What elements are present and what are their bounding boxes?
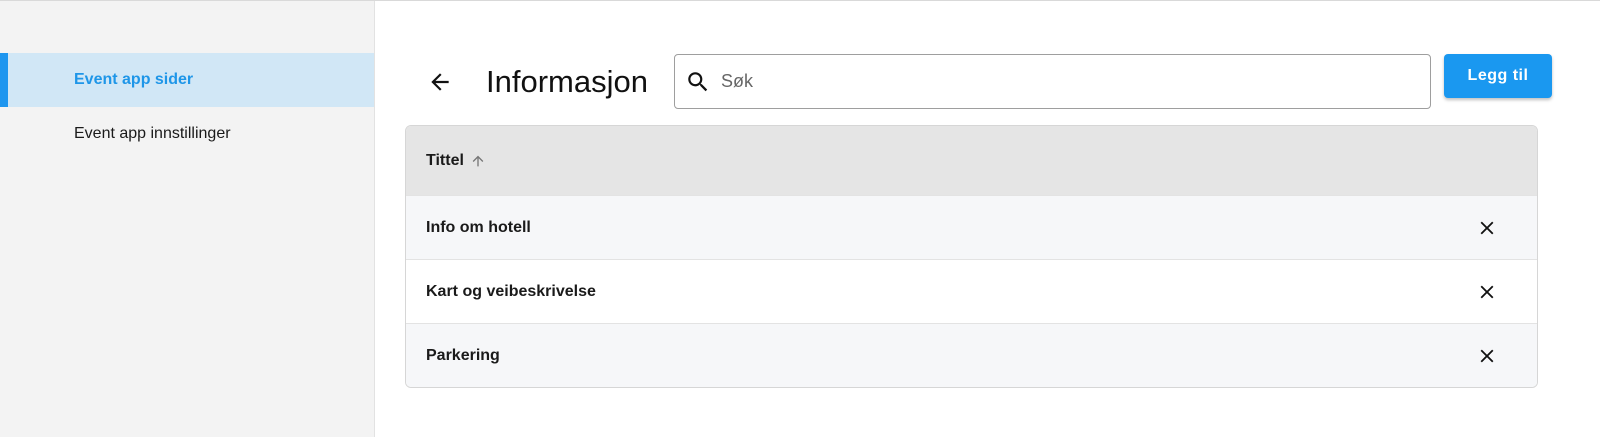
close-icon[interactable] <box>1475 280 1499 304</box>
close-icon[interactable] <box>1475 216 1499 240</box>
arrow-up-icon[interactable] <box>470 153 486 169</box>
sidebar-item-event-app-sider[interactable]: Event app sider <box>0 53 374 107</box>
close-icon[interactable] <box>1475 344 1499 368</box>
sidebar-item-label: Event app sider <box>74 71 194 88</box>
main-content: Informasjon Legg til Tittel Info om hote… <box>375 1 1600 437</box>
column-header-tittel[interactable]: Tittel <box>426 152 464 170</box>
table-header: Tittel <box>406 126 1537 195</box>
table-row[interactable]: Info om hotell <box>406 195 1537 259</box>
row-title: Info om hotell <box>426 218 531 236</box>
search-box[interactable] <box>674 54 1431 109</box>
add-button[interactable]: Legg til <box>1444 54 1552 98</box>
data-table: Tittel Info om hotell Kart og veibeskriv… <box>405 125 1538 388</box>
page-title: Informasjon <box>486 64 648 99</box>
table-row[interactable]: Parkering <box>406 323 1537 387</box>
sidebar: Event app sider Event app innstillinger <box>0 1 375 437</box>
arrow-left-icon <box>431 73 449 91</box>
sidebar-item-label: Event app innstillinger <box>74 125 231 142</box>
row-title: Kart og veibeskrivelse <box>426 282 596 300</box>
row-title: Parkering <box>426 346 500 364</box>
search-input[interactable] <box>719 70 1403 93</box>
table-row[interactable]: Kart og veibeskrivelse <box>406 259 1537 323</box>
search-icon <box>685 69 711 95</box>
back-button[interactable] <box>425 67 455 97</box>
sidebar-item-event-app-innstillinger[interactable]: Event app innstillinger <box>0 107 374 161</box>
